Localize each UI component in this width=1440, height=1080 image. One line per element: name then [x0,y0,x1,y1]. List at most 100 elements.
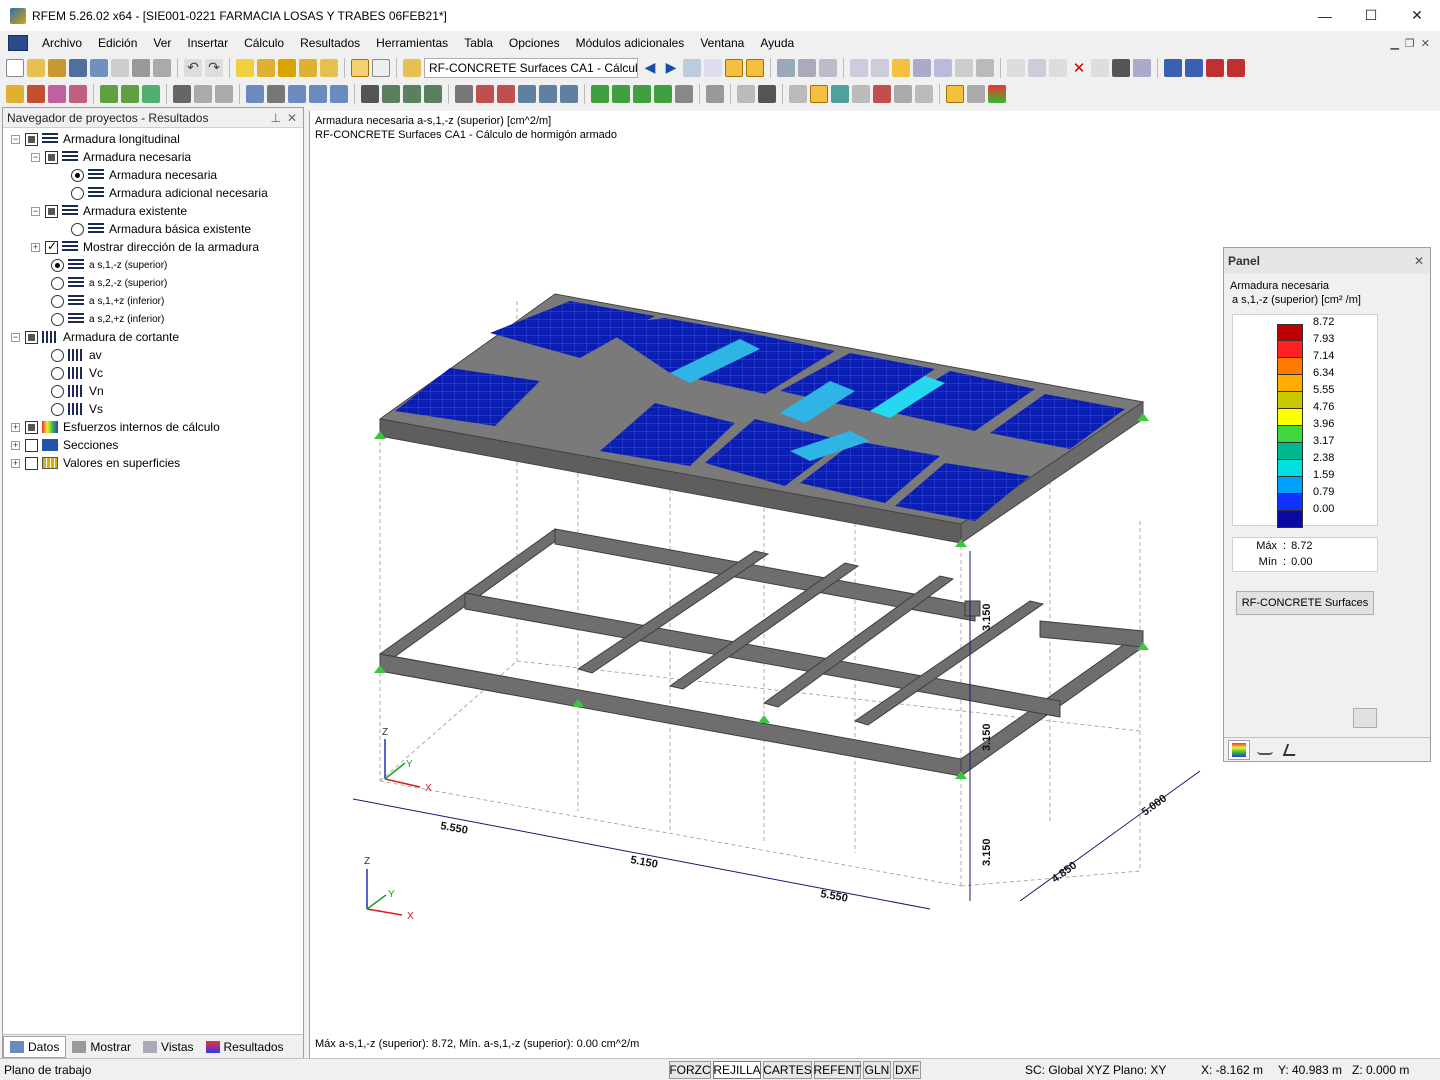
expand-icon[interactable]: + [11,440,20,450]
tree-item-valores-superficies[interactable]: + Valores en superficies [3,454,303,472]
undo-icon[interactable]: ↶ [184,59,202,77]
tree-item-as2-inferior[interactable]: a s,2,+z (inferior) [3,310,303,328]
tree-item-armadura-cortante[interactable]: − Armadura de cortante [3,328,303,346]
radio-button[interactable] [51,258,64,272]
node-icon[interactable] [6,85,24,103]
hinge-icon[interactable] [173,85,191,103]
tab-resultados[interactable]: Resultados [200,1036,290,1058]
checkbox[interactable] [45,204,58,218]
export-icon[interactable] [1164,59,1182,77]
cube3-icon[interactable] [560,85,578,103]
pdf-export-icon[interactable] [1227,59,1245,77]
divide-icon[interactable] [1028,59,1046,77]
refent-button[interactable]: REFENT [814,1061,862,1079]
menu-insertar[interactable]: Insertar [179,36,236,50]
redo-icon[interactable]: ↷ [205,59,223,77]
calculate-icon[interactable] [278,59,296,77]
ruler-icon[interactable] [758,85,776,103]
color-scale-icon[interactable] [988,85,1006,103]
menu-herramientas[interactable]: Herramientas [368,36,456,50]
mirror-icon[interactable] [955,59,973,77]
print-graphic-icon[interactable] [153,59,171,77]
grid-table-icon[interactable] [372,59,390,77]
save-icon[interactable] [69,59,87,77]
collapse-icon[interactable]: − [11,332,20,342]
solid-icon[interactable] [831,85,849,103]
surface-results-icon[interactable] [819,59,837,77]
menu-modulos[interactable]: Módulos adicionales [568,36,693,50]
axis-x-icon[interactable] [591,85,609,103]
close-icon[interactable]: ✕ [1414,254,1424,268]
plane-icon[interactable] [789,85,807,103]
radio-button[interactable] [51,294,64,308]
folder-results-icon[interactable] [320,59,338,77]
structure2-icon[interactable] [403,85,421,103]
connect-icon[interactable] [1007,59,1025,77]
tab-vistas[interactable]: Vistas [137,1036,199,1058]
maximize-button[interactable]: ☐ [1348,0,1394,31]
layout-icon[interactable] [915,85,933,103]
table-icon[interactable] [351,59,369,77]
balance-tab[interactable] [1254,740,1276,760]
axis-y-icon[interactable] [612,85,630,103]
member-icon[interactable] [69,85,87,103]
show-results-icon[interactable] [725,59,743,77]
print-icon[interactable] [132,59,150,77]
support-icon[interactable] [100,85,118,103]
expand-icon[interactable]: + [11,458,20,468]
checkbox[interactable] [25,132,38,146]
collapse-icon[interactable]: − [31,206,40,216]
view-iso-icon[interactable] [246,85,264,103]
tree-item-vn[interactable]: Vn [3,382,303,400]
deformation-icon[interactable] [777,59,795,77]
graphic-settings-icon[interactable] [967,85,985,103]
results-view-icon[interactable] [683,59,701,77]
tree-item-armadura-necesaria[interactable]: − Armadura necesaria [3,148,303,166]
panel-toggle-icon[interactable] [946,85,964,103]
minimize-button[interactable]: — [1302,0,1348,31]
move-icon[interactable] [913,59,931,77]
tree-item-armadura-adicional[interactable]: Armadura adicional necesaria [3,184,303,202]
snap-icon[interactable] [871,59,889,77]
cartes-button[interactable]: CARTES [763,1061,812,1079]
tree-item-av[interactable]: av [3,346,303,364]
show-values-icon[interactable] [746,59,764,77]
transparency-icon[interactable] [675,85,693,103]
factor-tab[interactable] [1280,740,1302,760]
open-recent-icon[interactable] [48,59,66,77]
radio-button[interactable] [71,222,84,236]
menu-tabla[interactable]: Tabla [456,36,501,50]
view-solid-icon[interactable] [309,85,327,103]
camera-icon[interactable] [1112,59,1130,77]
scale-icon[interactable] [976,59,994,77]
surface-support-icon[interactable] [142,85,160,103]
color-scale-tab[interactable] [1228,739,1250,760]
radio-button[interactable] [71,186,84,200]
snap-forzc-button[interactable]: FORZC [669,1061,711,1079]
radio-button[interactable] [51,276,64,290]
values-toggle-icon[interactable] [704,59,722,77]
tree-item-vc[interactable]: Vc [3,364,303,382]
close-button[interactable]: ✕ [1394,0,1440,31]
dxf-button[interactable]: DXF [893,1061,921,1079]
zoom-window-icon[interactable] [361,85,379,103]
tree-item-mostrar-direccion[interactable]: + Mostrar dirección de la armadura [3,238,303,256]
checkbox[interactable] [45,150,58,164]
expand-icon[interactable]: + [11,422,20,432]
load-case-select[interactable]: RF-CONCRETE Surfaces CA1 - Cálculo c ▾ [424,58,638,78]
search-zoom-icon[interactable] [476,85,494,103]
line-support-icon[interactable] [121,85,139,103]
radio-button[interactable] [71,168,84,182]
tree-item-esfuerzos-internos[interactable]: + Esfuerzos internos de cálculo [3,418,303,436]
axis-iso-icon[interactable] [654,85,672,103]
rf-concrete-surfaces-button[interactable]: RF-CONCRETE Surfaces [1236,591,1374,615]
cube-icon[interactable] [518,85,536,103]
upper-slab[interactable] [378,293,1145,544]
pin-icon[interactable]: ⊥ [270,111,280,125]
radio-button[interactable] [51,366,64,380]
structure-icon[interactable] [382,85,400,103]
tab-datos[interactable]: Datos [3,1035,67,1058]
dimension-icon[interactable] [194,85,212,103]
menu-resultados[interactable]: Resultados [292,36,368,50]
structure3-icon[interactable] [424,85,442,103]
